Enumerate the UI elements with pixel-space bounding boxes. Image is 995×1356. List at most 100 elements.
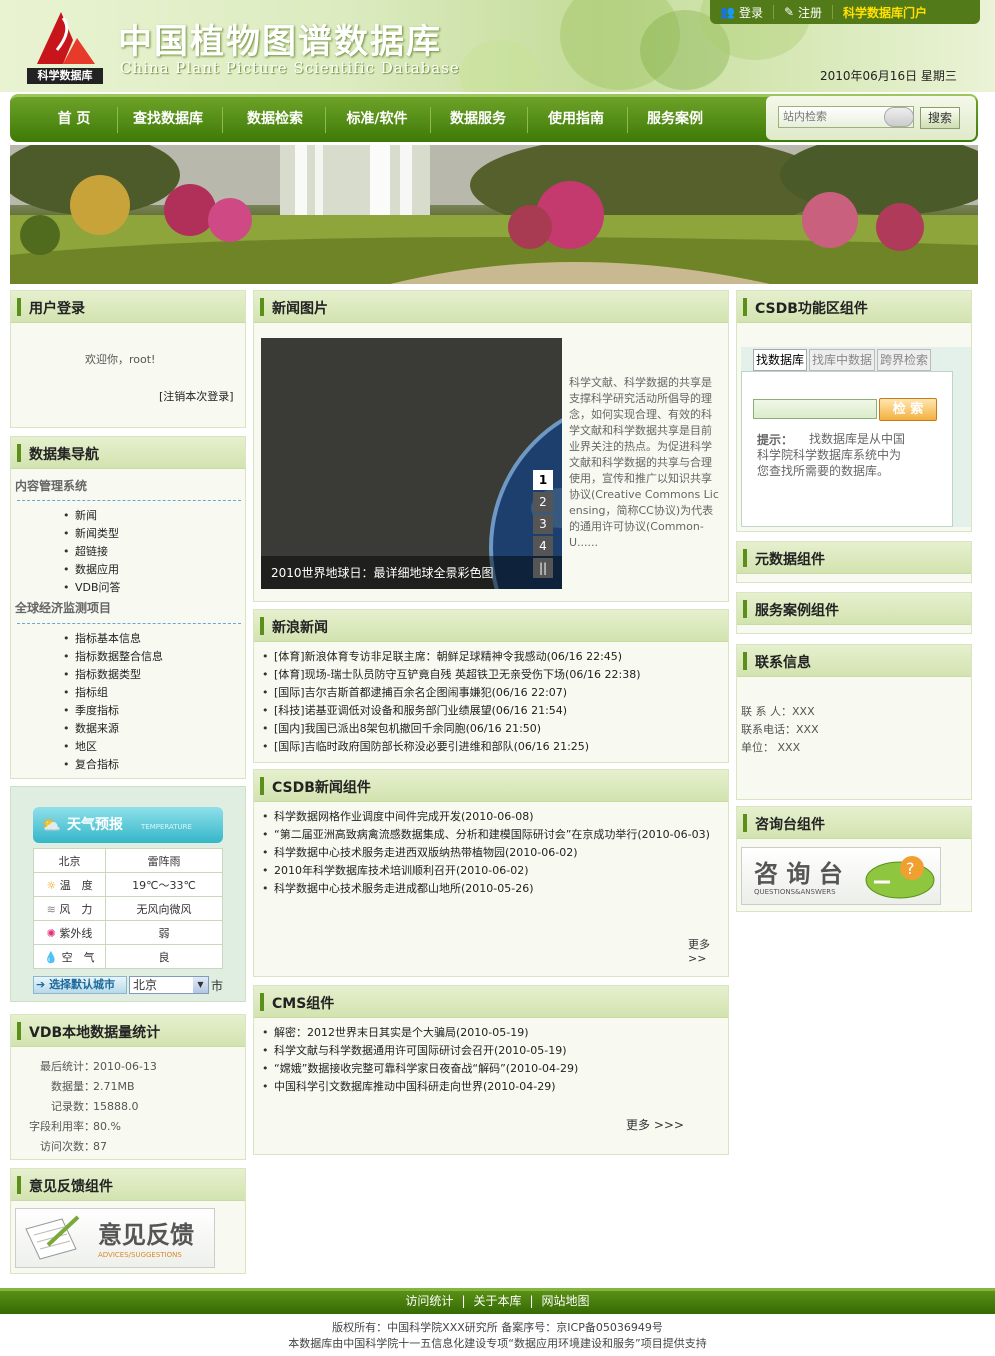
city-select-value: 北京 (133, 978, 158, 992)
footer-link-about[interactable]: 关于本库 (465, 1294, 529, 1308)
portal-link[interactable]: 科学数据库门户 (833, 5, 937, 20)
nav-data-search[interactable]: 数据检索 (230, 97, 320, 142)
vdb-stats-panel: VDB本地数据量统计 最后统计： 数据量： 记录数： 字段利用率： 访问次数： … (10, 1014, 246, 1160)
database-search-input[interactable] (753, 399, 877, 419)
nav-group-cms[interactable]: 内容管理系统 (15, 477, 87, 494)
list-item[interactable]: 指标组 (63, 684, 163, 702)
list-item[interactable]: 复合指标 (63, 756, 163, 774)
news-link[interactable]: [国内]我国已派出8架包机撤回千余同胞(06/16 21:50) (262, 720, 724, 738)
logout-link[interactable]: [注销本次登录] (159, 388, 234, 404)
news-link[interactable]: [体育]新浪体育专访非足联主席：朝鲜足球精神令我感动(06/16 22:45) (262, 648, 724, 666)
nav-standards[interactable]: 标准/软件 (330, 97, 424, 142)
slide-page-4[interactable]: 4 (533, 536, 553, 556)
list-item[interactable]: 新闻 (63, 507, 121, 525)
tab-find-in-database[interactable]: 找库中数据 (809, 349, 876, 371)
city-select[interactable]: 北京 ▼ (129, 976, 209, 994)
choose-city-label: 选择默认城市 (49, 978, 116, 991)
list-item[interactable]: 数据来源 (63, 720, 163, 738)
list-item[interactable]: 超链接 (63, 543, 121, 561)
list-item[interactable]: 指标基本信息 (63, 630, 163, 648)
weather-row-label: ≋ 风 力 (33, 896, 106, 921)
search-go-icon[interactable] (884, 107, 914, 127)
divider (17, 500, 241, 501)
temperature-label: 温 度 (59, 878, 93, 892)
csdb-function-header: CSDB功能区组件 (737, 291, 971, 323)
news-link[interactable]: [国际]吉临时政府国防部长称没必要引进维和部队(06/16 21:25) (262, 738, 724, 756)
feedback-panel: 意见反馈组件 意见反馈 ADVICES/SUGGESTIONS (10, 1168, 246, 1274)
cms-more-link[interactable]: 更多 >>> (626, 1116, 684, 1133)
site-search-button[interactable]: 搜索 (920, 107, 960, 129)
slide-pause-button[interactable]: || (533, 558, 553, 578)
footer-link-stats[interactable]: 访问统计 (397, 1294, 461, 1308)
current-date: 2010年06月16日 星期三 (820, 69, 957, 83)
csdb-news-more-link[interactable]: 更多>> (688, 936, 728, 965)
nav-find-database[interactable]: 查找数据库 (122, 97, 214, 142)
news-link[interactable]: [科技]诺基亚调低对设备和服务部门业绩展望(06/16 21:54) (262, 702, 724, 720)
news-picture-title: 新闻图片 (272, 301, 328, 317)
nav-group-economy[interactable]: 全球经济监测项目 (15, 599, 111, 616)
weather-title-bar: ⛅ 天气预报 TEMPERATURE (33, 807, 223, 843)
news-link[interactable]: 科学数据网格作业调度中间件完成开发(2010-06-08) (262, 808, 724, 826)
weather-table: 北京 雷阵雨 ☼ 温 度 19℃～33℃ ≋ 风 力无风向微风 ✺ 紫外线弱 💧 空… (33, 848, 223, 969)
choose-city-button[interactable]: ➔ 选择默认城市 (33, 976, 127, 994)
tab-cross-search[interactable]: 跨界检索 (877, 349, 932, 371)
weather-row-label: ✺ 紫外线 (33, 920, 106, 945)
nav-service-cases[interactable]: 服务案例 (632, 97, 718, 142)
uv-label: 紫外线 (59, 926, 93, 940)
site-title: 中国植物图谱数据库 (118, 22, 442, 62)
tab-find-database[interactable]: 找数据库 (753, 349, 808, 371)
list-item[interactable]: 数据应用 (63, 561, 121, 579)
news-link[interactable]: 解密：2012世界末日其实是个大骗局(2010-05-19) (262, 1024, 724, 1042)
login-link-label: 登录 (738, 5, 763, 20)
news-link[interactable]: [体育]现场-瑞士队员防守互铲竟自残 英超铁卫无亲受伤下场(06/16 22:3… (262, 666, 724, 684)
list-item[interactable]: 指标数据整合信息 (63, 648, 163, 666)
slide-page-2[interactable]: 2 (533, 492, 553, 512)
sina-news-list: [体育]新浪体育专访非足联主席：朝鲜足球精神令我感动(06/16 22:45) … (262, 648, 724, 756)
consult-banner-button[interactable]: 咨 询 台 QUESTIONS&ANSWERS ? (741, 847, 941, 905)
news-link[interactable]: 2010年科学数据库技术培训顺利召开(2010-06-02) (262, 862, 724, 880)
news-link[interactable]: “第二届亚洲高致病禽流感数据集成、分析和建模国际研讨会”在京成功举行(2010-… (262, 826, 724, 844)
divider (17, 623, 241, 624)
stat-value: 87 (93, 1140, 107, 1153)
slide-page-3[interactable]: 3 (533, 514, 553, 534)
csdb-news-header: CSDB新闻组件 (254, 770, 728, 802)
stat-key: 记录数： (51, 1100, 95, 1113)
sina-news-header: 新浪新闻 (254, 610, 728, 642)
register-link[interactable]: ✎ 注册 (774, 5, 834, 20)
footer-link-sitemap[interactable]: 网站地图 (534, 1294, 598, 1308)
nav-data-service[interactable]: 数据服务 (435, 97, 521, 142)
cloud-sun-icon: ⛅ (41, 815, 61, 834)
csdb-function-title: CSDB功能区组件 (755, 301, 868, 317)
list-item[interactable]: VDB问答 (63, 579, 120, 597)
news-link[interactable]: [国际]吉尔吉斯首都逮捕百余名企图闹事嫌犯(06/16 22:07) (262, 684, 724, 702)
consult-header: 咨询台组件 (737, 807, 971, 839)
news-link[interactable]: 科学文献与科学数据通用许可国际研讨会召开(2010-05-19) (262, 1042, 724, 1060)
consult-panel: 咨询台组件 咨 询 台 QUESTIONS&ANSWERS ? (736, 806, 972, 912)
feedback-image-title: 意见反馈 (98, 1221, 194, 1249)
site-logo[interactable]: 科学数据库 (27, 8, 103, 84)
news-slideshow[interactable]: 2010世界地球日：最详细地球全景彩色图 1 2 3 4 || (261, 338, 562, 589)
login-panel-header: 用户登录 (11, 291, 245, 323)
feedback-banner-button[interactable]: 意见反馈 ADVICES/SUGGESTIONS (15, 1208, 215, 1268)
temperature-value: 19℃～33℃ (105, 872, 223, 897)
uv-icon: ✺ (46, 926, 56, 940)
arrow-right-icon: ➔ (36, 978, 46, 991)
nav-home[interactable]: 首 页 (40, 97, 108, 142)
nav-user-guide[interactable]: 使用指南 (532, 97, 620, 142)
list-item[interactable]: 指标数据类型 (63, 666, 163, 684)
slide-page-1[interactable]: 1 (533, 470, 553, 490)
news-link[interactable]: “嫦娥”数据接收完整可靠科学家日夜奋战“解码”(2010-04-29) (262, 1060, 724, 1078)
list-item[interactable]: 新闻类型 (63, 525, 121, 543)
news-link[interactable]: 科学数据中心技术服务走进西双版纳热带植物园(2010-06-02) (262, 844, 724, 862)
list-item[interactable]: 地区 (63, 738, 163, 756)
news-link[interactable]: 中国科学引文数据库推动中国科研走向世界(2010-04-29) (262, 1078, 724, 1096)
login-link[interactable]: 👥 登录 (710, 5, 774, 20)
vdb-stats-title: VDB本地数据量统计 (29, 1025, 161, 1041)
list-item[interactable]: 季度指标 (63, 702, 163, 720)
news-link[interactable]: 科学数据中心技术服务走进成都山地所(2010-05-26) (262, 880, 724, 898)
air-value: 良 (105, 944, 223, 969)
database-search-button[interactable]: 检 索 (879, 398, 937, 421)
uv-value: 弱 (105, 920, 223, 945)
stat-key: 字段利用率： (29, 1120, 95, 1133)
contact-title: 联系信息 (755, 655, 811, 671)
